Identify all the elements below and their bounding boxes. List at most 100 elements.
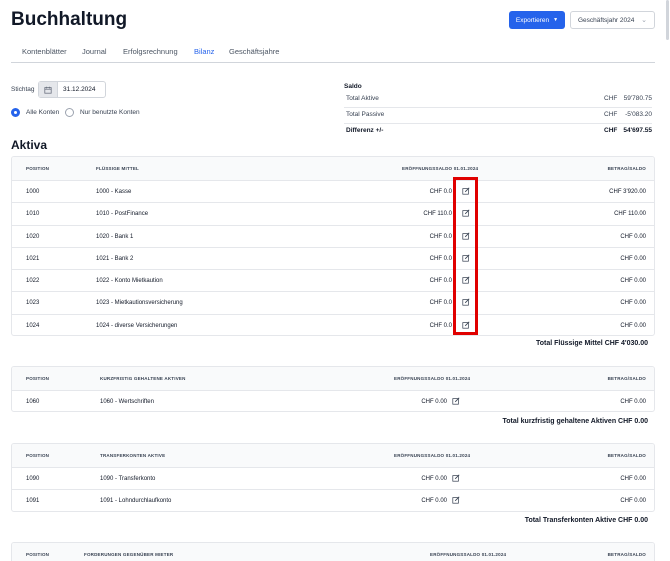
table-row: 1091 1091 - Lohndurchlaufkonto CHF 0.00 … <box>12 490 654 511</box>
group-total: Total Flüssige Mittel CHF 4'030.00 <box>535 340 648 347</box>
cell-opening-balance: CHF 0.00 <box>421 476 447 482</box>
table-row: 1021 1021 - Bank 2 CHF 0.0 CHF 0.00 <box>12 248 654 271</box>
cell-account-name[interactable]: 1010 - PostFinance <box>96 211 148 217</box>
column-header: ERÖFFNUNGSSALDO 01.01.2024 <box>430 552 507 557</box>
cell-position: 1023 <box>26 300 40 307</box>
column-header: TRANSFERKONTEN AKTIVE <box>100 453 166 458</box>
cell-opening-balance: CHF 0.0 <box>429 233 452 240</box>
tab-geschaeftsjahre[interactable]: Geschäftsjahre <box>229 47 279 56</box>
radio-selected-icon <box>11 108 20 117</box>
cell-opening-balance: CHF 0.0 <box>429 255 452 262</box>
cell-balance: CHF 0.00 <box>620 233 646 240</box>
export-button[interactable]: Exportieren ▼ <box>509 11 565 29</box>
cell-balance: CHF 0.00 <box>620 498 646 505</box>
column-header: ERÖFFNUNGSSALDO 01.01.2024 <box>394 453 471 458</box>
cell-opening-balance: CHF 0.0 <box>429 278 452 285</box>
cell-position: 1022 <box>26 278 40 285</box>
saldo-currency: CHF <box>604 111 618 118</box>
group-total: Total kurzfristig gehaltene Aktiven CHF … <box>502 418 648 425</box>
calendar-icon[interactable] <box>39 82 58 97</box>
saldo-row-differenz: Differenz +/- CHF 54'697.55 <box>344 125 652 140</box>
chevron-down-icon: ⌄ <box>641 17 647 24</box>
column-header: POSITION <box>26 166 50 171</box>
saldo-row-passive: Total Passive CHF -5'083.20 <box>344 109 652 124</box>
radio-all-accounts[interactable]: Alle Konten <box>11 108 59 117</box>
cell-opening-balance: CHF 0.0 <box>429 322 452 329</box>
cell-account-name[interactable]: 1091 - Lohndurchlaufkonto <box>100 498 171 504</box>
edit-icon[interactable] <box>452 397 460 405</box>
column-header: BETRAG/SALDO <box>607 453 646 458</box>
fiscal-year-value: Geschäftsjahr 2024 <box>578 16 635 24</box>
table-row: 1060 1060 - Wertschriften CHF 0.00 CHF 0… <box>12 391 654 411</box>
saldo-row-aktive: Total Aktive CHF 59'780.75 <box>344 93 652 108</box>
table-row: 1010 1010 - PostFinance CHF 110.0 CHF 11… <box>12 203 654 226</box>
table-header: POSITION FORDERUNGEN GEGENÜBER MIETER ER… <box>12 543 654 561</box>
table-header: POSITION KURZFRISTIG GEHALTENE AKTIVEN E… <box>12 367 654 391</box>
table-row: 1090 1090 - Transferkonto CHF 0.00 CHF 0… <box>12 468 654 491</box>
account-group-card: POSITION FORDERUNGEN GEGENÜBER MIETER ER… <box>11 542 655 561</box>
cell-balance: CHF 0.00 <box>620 300 646 307</box>
saldo-title: Saldo <box>344 83 362 90</box>
cell-account-name[interactable]: 1023 - Mietkautionsversicherung <box>96 300 183 306</box>
table-row: 1024 1024 - diverse Versicherungen CHF 0… <box>12 315 654 335</box>
cell-opening-balance: CHF 0.0 <box>429 189 452 195</box>
column-header: BETRAG/SALDO <box>607 376 646 381</box>
account-group-card: POSITION TRANSFERKONTEN AKTIVE ERÖFFNUNG… <box>11 443 655 512</box>
radio-unselected-icon <box>65 108 74 117</box>
cell-position: 1090 <box>26 476 40 482</box>
column-header: ERÖFFNUNGSSALDO 01.01.2024 <box>402 166 479 171</box>
table-header: POSITION TRANSFERKONTEN AKTIVE ERÖFFNUNG… <box>12 444 654 468</box>
tab-journal[interactable]: Journal <box>82 47 107 56</box>
column-header: POSITION <box>26 453 50 458</box>
cell-opening-balance: CHF 0.0 <box>429 300 452 307</box>
edit-icon[interactable] <box>452 474 460 482</box>
column-header: BETRAG/SALDO <box>607 552 646 557</box>
cell-balance: CHF 0.00 <box>620 255 646 262</box>
saldo-label: Total Passive <box>346 111 385 118</box>
column-header: ERÖFFNUNGSSALDO 01.01.2024 <box>394 376 471 381</box>
stichtag-label: Stichtag <box>11 86 35 93</box>
column-header: KURZFRISTIG GEHALTENE AKTIVEN <box>100 376 186 381</box>
stichtag-date-input[interactable]: 31.12.2024 <box>38 81 106 98</box>
export-label: Exportieren <box>515 16 550 24</box>
cell-account-name[interactable]: 1000 - Kasse <box>96 189 131 195</box>
tab-kontenblaetter[interactable]: Kontenblätter <box>22 47 67 56</box>
scrollbar[interactable] <box>666 0 669 40</box>
cell-account-name[interactable]: 1024 - diverse Versicherungen <box>96 323 177 329</box>
cell-balance: CHF 0.00 <box>620 476 646 482</box>
cell-opening-balance: CHF 0.00 <box>421 399 447 405</box>
cell-opening-balance: CHF 110.0 <box>423 211 452 218</box>
edit-icon[interactable] <box>452 496 460 504</box>
fiscal-year-select[interactable]: Geschäftsjahr 2024 ⌄ <box>570 11 655 29</box>
cell-account-name[interactable]: 1022 - Konto Mietkaution <box>96 278 163 284</box>
cell-position: 1060 <box>26 399 40 405</box>
cell-balance: CHF 0.00 <box>620 278 646 285</box>
highlight-box <box>453 177 478 335</box>
table-header: POSITION FLÜSSIGE MITTEL ERÖFFNUNGSSALDO… <box>12 157 654 181</box>
cell-balance: CHF 3'920.00 <box>609 189 646 195</box>
radio-used-accounts[interactable]: Nur benutzte Konten <box>65 108 140 117</box>
cell-account-name[interactable]: 1060 - Wertschriften <box>100 399 154 405</box>
page-title: Buchhaltung <box>11 9 128 30</box>
table-row: 1000 1000 - Kasse CHF 0.0 CHF 3'920.00 <box>12 181 654 204</box>
cell-account-name[interactable]: 1021 - Bank 2 <box>96 256 133 262</box>
caret-down-icon: ▼ <box>553 17 559 23</box>
tab-bilanz[interactable]: Bilanz <box>194 47 214 56</box>
account-group-card: POSITION FLÜSSIGE MITTEL ERÖFFNUNGSSALDO… <box>11 156 655 336</box>
table-row: 1020 1020 - Bank 1 CHF 0.0 CHF 0.00 <box>12 226 654 248</box>
column-header: FLÜSSIGE MITTEL <box>96 166 139 171</box>
cell-account-name[interactable]: 1090 - Transferkonto <box>100 476 155 482</box>
saldo-currency: CHF <box>604 95 618 102</box>
saldo-amount: 59'780.75 <box>623 95 652 102</box>
cell-position: 1024 <box>26 322 40 329</box>
radio-all-label: Alle Konten <box>26 109 60 116</box>
tab-erfolgsrechnung[interactable]: Erfolgsrechnung <box>123 47 178 56</box>
cell-balance: CHF 110.00 <box>614 211 646 218</box>
cell-balance: CHF 0.00 <box>620 322 646 329</box>
saldo-label: Total Aktive <box>346 95 379 102</box>
saldo-amount: -5'083.20 <box>625 111 652 118</box>
cell-account-name[interactable]: 1020 - Bank 1 <box>96 234 133 240</box>
cell-position: 1000 <box>26 189 40 195</box>
column-header: POSITION <box>26 552 50 557</box>
group-total: Total Transferkonten Aktive CHF 0.00 <box>524 517 648 524</box>
